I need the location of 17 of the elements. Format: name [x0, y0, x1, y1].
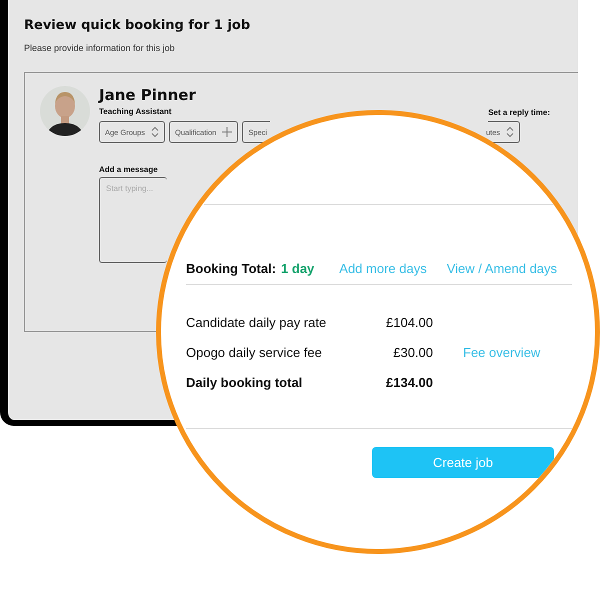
fee-label: Opogo daily service fee — [186, 345, 323, 360]
spinner-icon — [506, 126, 514, 138]
spinner-icon — [151, 126, 160, 138]
candidate-name: Jane Pinner — [99, 86, 197, 104]
booking-total-label: Booking Total: — [186, 261, 276, 276]
page-subtitle: Please provide information for this job — [24, 43, 176, 53]
fee-amount: £134.00 — [385, 375, 433, 390]
page-title: Review quick booking for 1 job — [24, 18, 252, 33]
fee-label: Candidate daily pay rate — [186, 315, 328, 330]
fee-amount: £104.00 — [385, 315, 433, 330]
message-label: Add a message — [99, 165, 159, 174]
fee-label: Daily booking total — [186, 375, 304, 390]
reply-time-label: Set a reply time: — [488, 108, 550, 117]
booking-total-value: 1 day — [281, 261, 314, 276]
fee-amount: £30.00 — [392, 345, 433, 360]
plus-icon — [222, 127, 232, 137]
candidate-role: Teaching Assistant — [99, 107, 172, 116]
